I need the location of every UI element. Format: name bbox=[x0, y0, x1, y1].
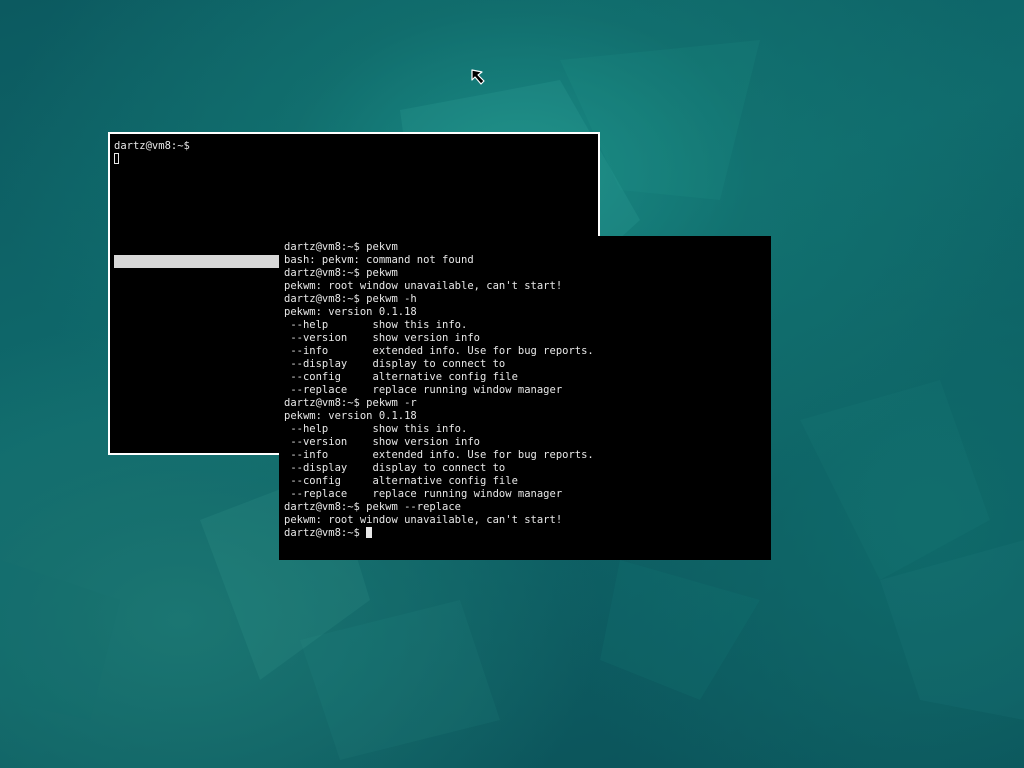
terminal-line: --info extended info. Use for bug report… bbox=[284, 449, 594, 461]
terminal-line: --info extended info. Use for bug report… bbox=[284, 345, 594, 357]
terminal-line: pekwm: root window unavailable, can't st… bbox=[284, 280, 563, 292]
terminal-line: dartz@vm8:~$ pekwm -r bbox=[284, 397, 417, 409]
text-selection-highlight bbox=[114, 255, 280, 268]
terminal-line: --version show version info bbox=[284, 332, 480, 344]
terminal-cursor-line bbox=[114, 153, 594, 166]
terminal-line: pekwm: version 0.1.18 bbox=[284, 306, 417, 318]
terminal-line: dartz@vm8:~$ pekwm bbox=[284, 267, 398, 279]
terminal-line: --config alternative config file bbox=[284, 475, 518, 487]
text-cursor bbox=[114, 153, 119, 164]
terminal-line: --display display to connect to bbox=[284, 462, 506, 474]
terminal-line: dartz@vm8:~$ pekwm --replace bbox=[284, 501, 462, 513]
terminal-line: --help show this info. bbox=[284, 319, 468, 331]
terminal-line: pekwm: root window unavailable, can't st… bbox=[284, 514, 563, 526]
terminal-line: --config alternative config file bbox=[284, 371, 518, 383]
terminal-prompt-line[interactable]: dartz@vm8:~$ bbox=[284, 527, 766, 540]
terminal-line: --version show version info bbox=[284, 436, 480, 448]
terminal-line: --replace replace running window manager bbox=[284, 488, 563, 500]
terminal-prompt: dartz@vm8:~$ bbox=[284, 527, 367, 539]
terminal-line: --display display to connect to bbox=[284, 358, 506, 370]
terminal-line: --help show this info. bbox=[284, 423, 468, 435]
terminal-line: dartz@vm8:~$ pekvm bbox=[284, 241, 398, 253]
terminal-line: bash: pekvm: command not found bbox=[284, 254, 474, 266]
terminal-line: --replace replace running window manager bbox=[284, 384, 563, 396]
text-cursor bbox=[366, 527, 373, 538]
terminal-line: dartz@vm8:~$ pekwm -h bbox=[284, 293, 417, 305]
arrow-pointer-icon bbox=[471, 69, 485, 85]
terminal-window-front[interactable]: dartz@vm8:~$ pekvm bash: pekvm: command … bbox=[279, 236, 771, 560]
terminal-line: dartz@vm8:~$ bbox=[114, 140, 190, 152]
terminal-line: pekwm: version 0.1.18 bbox=[284, 410, 417, 422]
